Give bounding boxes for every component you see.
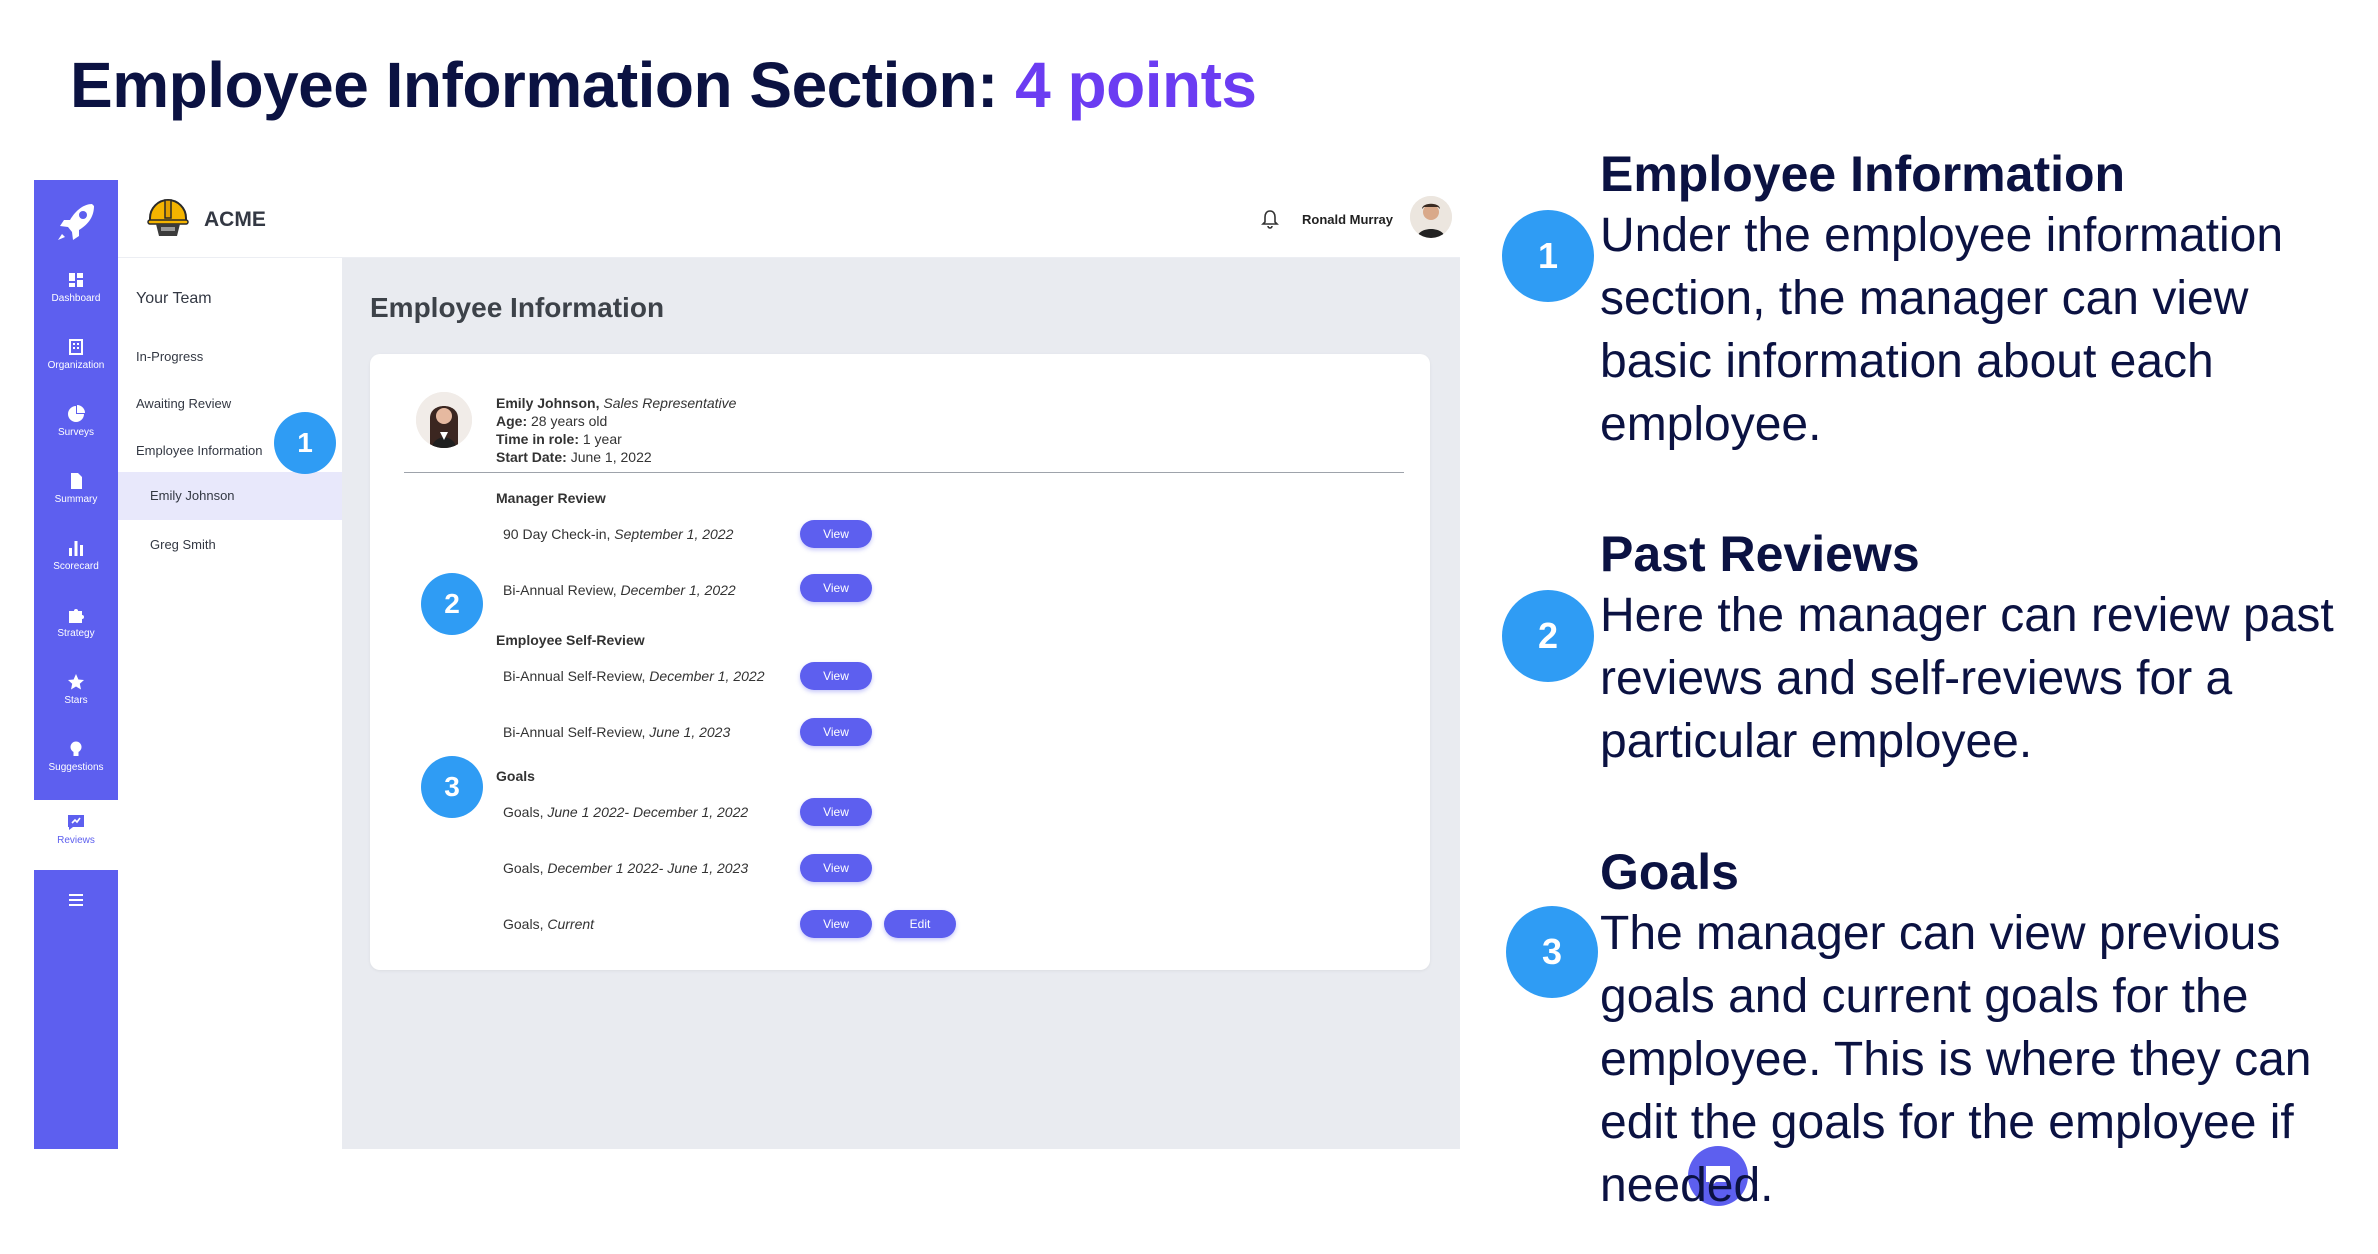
pie-chart-icon xyxy=(68,405,85,422)
rocket-icon[interactable] xyxy=(48,194,104,250)
rail-label: Summary xyxy=(54,494,98,505)
employee-details: Emily Johnson, Sales Representative Age:… xyxy=(496,394,736,466)
employee-time-line: Time in role: 1 year xyxy=(496,430,736,448)
badge-3-mockup: 3 xyxy=(421,756,483,818)
review-row-label: Bi-Annual Review, December 1, 2022 xyxy=(503,582,736,598)
employee-age-line: Age: 28 years old xyxy=(496,412,736,430)
employee-age: 28 years old xyxy=(531,413,608,429)
user-name[interactable]: Ronald Murray xyxy=(1302,212,1393,227)
brand-name: ACME xyxy=(204,208,266,231)
review-row-label: Bi-Annual Self-Review, June 1, 2023 xyxy=(503,724,731,740)
subnav-item-awaiting-review[interactable]: Awaiting Review xyxy=(118,396,342,411)
explanation-goals: Goals The manager can view previous goal… xyxy=(1600,842,2360,1217)
explanation-body: Under the employee information section, … xyxy=(1600,209,2284,451)
employee-role: Sales Representative xyxy=(603,395,737,411)
subnav-item-emily-johnson[interactable]: Emily Johnson xyxy=(118,472,342,520)
view-button[interactable]: View xyxy=(800,662,872,690)
badge-2-mockup: 2 xyxy=(421,573,483,635)
view-button[interactable]: View xyxy=(800,798,872,826)
start-label: Start Date: xyxy=(496,449,567,465)
badge-1: 1 xyxy=(1502,210,1594,302)
slide-title-accent: 4 points xyxy=(1015,49,1257,121)
rail-item-stars[interactable]: Stars xyxy=(34,666,118,726)
employee-card: Emily Johnson, Sales Representative Age:… xyxy=(370,354,1430,970)
badge-3: 3 xyxy=(1506,906,1598,998)
employee-start: June 1, 2022 xyxy=(570,449,652,465)
rail-item-scorecard[interactable]: Scorecard xyxy=(34,532,118,592)
explanation-heading: Goals xyxy=(1600,844,1739,900)
avatar[interactable] xyxy=(1410,196,1452,238)
organization-icon xyxy=(69,339,83,355)
employee-start-line: Start Date: June 1, 2022 xyxy=(496,448,736,466)
rail-label: Organization xyxy=(47,360,105,371)
time-label: Time in role: xyxy=(496,431,579,447)
goal-row-label: Goals, Current xyxy=(503,916,595,932)
badge-1-mockup: 1 xyxy=(274,412,336,474)
employee-time: 1 year xyxy=(582,431,622,447)
page-title: Employee Information xyxy=(370,292,665,323)
rail-item-strategy[interactable]: Strategy xyxy=(34,599,118,659)
view-button[interactable]: View xyxy=(800,854,872,882)
slide-title: Employee Information Section: 4 points xyxy=(70,48,1257,122)
goal-row-label: Goals, December 1 2022- June 1, 2023 xyxy=(503,860,749,876)
view-button[interactable]: View xyxy=(800,574,872,602)
puzzle-icon xyxy=(69,609,84,623)
app-mockup: Dashboard Organization Surveys Summary S… xyxy=(34,180,1748,1206)
rail-label: Reviews xyxy=(57,835,95,846)
rail-item-organization[interactable]: Organization xyxy=(34,331,118,391)
rail-item-suggestions[interactable]: Suggestions xyxy=(34,733,118,793)
hard-hat-logo-icon xyxy=(147,199,189,236)
self-review-heading: Employee Self-Review xyxy=(496,632,645,648)
rail-item-summary[interactable]: Summary xyxy=(34,465,118,525)
edit-button[interactable]: Edit xyxy=(884,910,956,938)
explanation-body: Here the manager can review past reviews… xyxy=(1600,589,2334,768)
goal-row-label: Goals, June 1 2022- December 1, 2022 xyxy=(503,804,749,820)
star-icon xyxy=(68,674,84,690)
rail-label: Strategy xyxy=(57,628,95,639)
subnav-item-in-progress[interactable]: In-Progress xyxy=(118,349,342,364)
rail-item-reviews[interactable]: Reviews xyxy=(34,800,118,870)
employee-photo xyxy=(416,392,472,448)
bar-chart-icon xyxy=(69,541,83,556)
rail-label: Suggestions xyxy=(48,762,104,773)
dashboard-icon xyxy=(69,273,83,287)
hamburger-icon[interactable] xyxy=(62,890,90,910)
lightbulb-icon xyxy=(70,741,82,756)
subnav-title: Your Team xyxy=(136,290,212,307)
explanation-heading: Employee Information xyxy=(1600,146,2126,202)
goals-heading: Goals xyxy=(496,768,535,784)
subnav-item-greg-smith[interactable]: Greg Smith xyxy=(118,537,342,552)
rail-item-surveys[interactable]: Surveys xyxy=(34,398,118,458)
slide-title-main: Employee Information Section: xyxy=(70,49,998,121)
rail-label: Surveys xyxy=(57,427,95,438)
rail-item-dashboard[interactable]: Dashboard xyxy=(34,264,118,324)
reviews-icon xyxy=(68,815,84,830)
explanation-past-reviews: Past Reviews Here the manager can review… xyxy=(1600,524,2360,773)
view-button[interactable]: View xyxy=(800,520,872,548)
review-row-label: 90 Day Check-in, September 1, 2022 xyxy=(503,526,734,542)
manager-review-heading: Manager Review xyxy=(496,490,606,506)
document-icon xyxy=(71,473,82,489)
icon-rail: Dashboard Organization Surveys Summary S… xyxy=(34,180,118,1149)
explanation-employee-information: Employee Information Under the employee … xyxy=(1600,144,2360,456)
top-bar: ACME Ronald Murray xyxy=(118,180,1460,258)
bell-icon[interactable] xyxy=(1260,208,1280,230)
explanation-heading: Past Reviews xyxy=(1600,526,1920,582)
explanation-body: The manager can view previous goals and … xyxy=(1600,907,2312,1212)
rail-label: Dashboard xyxy=(51,293,101,304)
view-button[interactable]: View xyxy=(800,910,872,938)
age-label: Age: xyxy=(496,413,528,429)
employee-name: Emily Johnson, xyxy=(496,395,600,411)
divider xyxy=(404,472,1404,473)
team-subnav: Your Team In-Progress Awaiting Review Em… xyxy=(118,258,342,1149)
employee-name-line: Emily Johnson, Sales Representative xyxy=(496,394,736,412)
rail-label: Scorecard xyxy=(53,561,99,572)
rail-label: Stars xyxy=(64,695,88,706)
view-button[interactable]: View xyxy=(800,718,872,746)
main-content: Employee Information Emily Johnson, Sale… xyxy=(342,258,1748,1206)
review-row-label: Bi-Annual Self-Review, December 1, 2022 xyxy=(503,668,765,684)
badge-2: 2 xyxy=(1502,590,1594,682)
